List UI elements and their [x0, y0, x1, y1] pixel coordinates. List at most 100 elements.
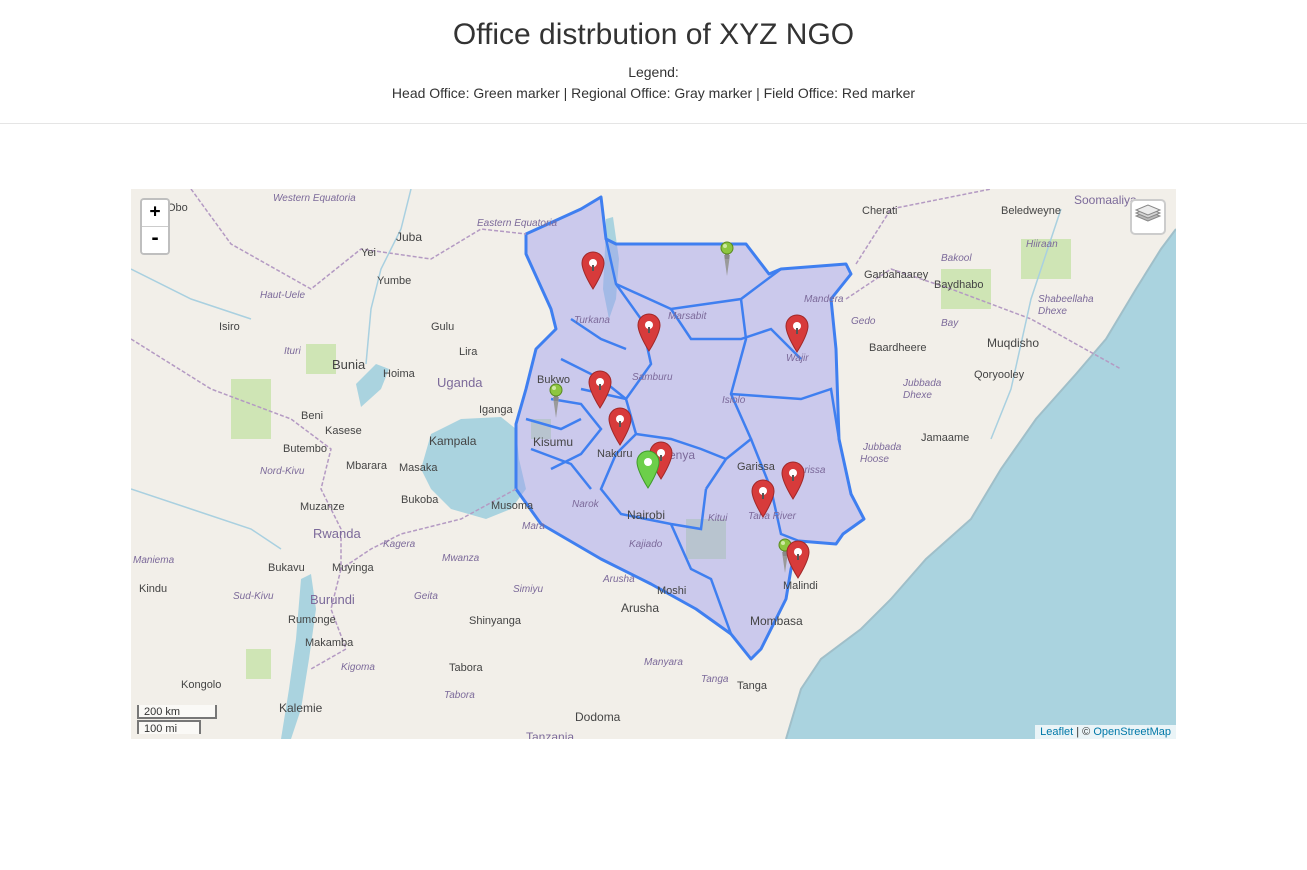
- place-label: Rwanda: [313, 526, 361, 541]
- place-label: Tanga: [737, 680, 768, 692]
- leaflet-link[interactable]: Leaflet: [1040, 726, 1073, 738]
- map-pin-icon: [781, 461, 805, 500]
- place-label: Shinyanga: [469, 615, 522, 627]
- attribution: Leaflet | © OpenStreetMap: [1035, 725, 1176, 739]
- place-label: Yei: [361, 247, 376, 259]
- map-pin-icon: [720, 241, 734, 276]
- region-label: Nord-Kivu: [260, 466, 305, 477]
- region-label: Hoose: [860, 454, 889, 465]
- region-label: Maniema: [133, 555, 175, 566]
- region-label: Tabora: [444, 690, 475, 701]
- region-label: Bay: [941, 318, 959, 329]
- place-label: Muzanze: [300, 501, 345, 513]
- place-label: Musoma: [491, 500, 534, 512]
- place-label: Nairobi: [627, 508, 665, 522]
- region-label: Dhexe: [1038, 306, 1067, 317]
- place-label: Gulu: [431, 321, 454, 333]
- map-pin-icon: [608, 407, 632, 446]
- place-label: Burundi: [310, 592, 355, 607]
- place-label: Lira: [459, 346, 478, 358]
- region-label: Turkana: [574, 315, 610, 326]
- place-label: Beni: [301, 410, 323, 422]
- place-label: Kampala: [429, 434, 477, 448]
- region-label: Dhexe: [903, 390, 932, 401]
- region-label: Haut-Uele: [260, 290, 305, 301]
- place-label: Bukoba: [401, 494, 439, 506]
- zoom-out-button[interactable]: -: [142, 227, 168, 253]
- map-pin-icon: [637, 313, 661, 352]
- place-label: Nakuru: [597, 448, 632, 460]
- place-label: Jamaame: [921, 432, 969, 444]
- place-label: Kalemie: [279, 701, 323, 715]
- layers-control-button[interactable]: [1130, 199, 1166, 235]
- region-label: Narok: [572, 499, 600, 510]
- region-label: Jubbada: [902, 378, 942, 389]
- page-header: Office distrbution of XYZ NGO Legend: He…: [0, 0, 1307, 124]
- place-label: Kongolo: [181, 679, 221, 691]
- place-label: Obo: [167, 202, 188, 214]
- place-label: Kindu: [139, 583, 167, 595]
- map-pin-icon: [581, 251, 605, 290]
- region-label: Geita: [414, 591, 438, 602]
- scale-mi: 100 mi: [137, 720, 201, 735]
- legend-text: Head Office: Green marker | Regional Off…: [391, 85, 916, 101]
- region-label: Marsabit: [668, 311, 708, 322]
- scale-control: 200 km 100 mi: [137, 705, 217, 735]
- place-label: Muyinga: [332, 562, 374, 574]
- place-label: Tanzania: [526, 730, 574, 739]
- place-label: Isiro: [219, 321, 240, 333]
- region-label: Arusha: [602, 574, 635, 585]
- map-view[interactable]: Obo Juba Yei Yumbe Isiro Gulu Lira Hoima…: [131, 189, 1176, 739]
- place-label: Beledweyne: [1001, 205, 1061, 217]
- region-label: Hiiraan: [1026, 239, 1058, 250]
- region-label: Kagera: [383, 539, 416, 550]
- place-label: Rumonge: [288, 614, 336, 626]
- region-label: Bakool: [941, 253, 972, 264]
- region-label: Kigoma: [341, 662, 375, 673]
- head-office-marker[interactable]: [635, 449, 661, 489]
- regional-office-marker[interactable]: [714, 237, 740, 277]
- place-label: Kasese: [325, 425, 362, 437]
- field-office-marker[interactable]: [785, 539, 811, 579]
- region-label: Mandera: [804, 294, 844, 305]
- region-label: Gedo: [851, 316, 876, 327]
- region-label: Mwanza: [442, 553, 480, 564]
- field-office-marker[interactable]: [636, 312, 662, 352]
- place-label: Kisumu: [533, 435, 573, 449]
- legend-title: Legend:: [628, 64, 679, 80]
- place-label: Iganga: [479, 404, 514, 416]
- region-label: Kajiado: [629, 539, 663, 550]
- region-label: Mara: [522, 521, 545, 532]
- place-label: Mombasa: [750, 614, 803, 628]
- region-label: Eastern Equatoria: [477, 218, 557, 229]
- field-office-marker[interactable]: [784, 313, 810, 353]
- regional-office-marker[interactable]: [543, 379, 569, 419]
- field-office-marker[interactable]: [780, 460, 806, 500]
- region-label: Wajir: [786, 353, 809, 364]
- region-label: Simiyu: [513, 584, 543, 595]
- region-label: Shabeellaha: [1038, 294, 1094, 305]
- place-label: Garissa: [737, 461, 776, 473]
- page-title: Office distrbution of XYZ NGO: [452, 18, 855, 51]
- place-label: Makamba: [305, 637, 354, 649]
- place-label: Moshi: [657, 585, 686, 597]
- region-label: Sud-Kivu: [233, 591, 274, 602]
- region-label: Kitui: [708, 513, 728, 524]
- zoom-in-button[interactable]: +: [142, 200, 168, 227]
- place-label: Baardheere: [869, 342, 927, 354]
- field-office-marker[interactable]: [750, 478, 776, 518]
- place-label: Qoryooley: [974, 369, 1025, 381]
- place-label: Malindi: [783, 580, 818, 592]
- field-office-marker[interactable]: [580, 250, 606, 290]
- region-label: Manyara: [644, 657, 683, 668]
- place-label: Arusha: [621, 601, 659, 615]
- osm-link[interactable]: OpenStreetMap: [1093, 726, 1171, 738]
- field-office-marker[interactable]: [607, 406, 633, 446]
- map-pin-icon: [588, 370, 612, 409]
- place-label: Tabora: [449, 662, 484, 674]
- place-label: Yumbe: [377, 275, 411, 287]
- region-label: Western Equatoria: [273, 193, 356, 204]
- place-label: Bukavu: [268, 562, 305, 574]
- region-label: Ituri: [284, 346, 301, 357]
- field-office-marker[interactable]: [587, 369, 613, 409]
